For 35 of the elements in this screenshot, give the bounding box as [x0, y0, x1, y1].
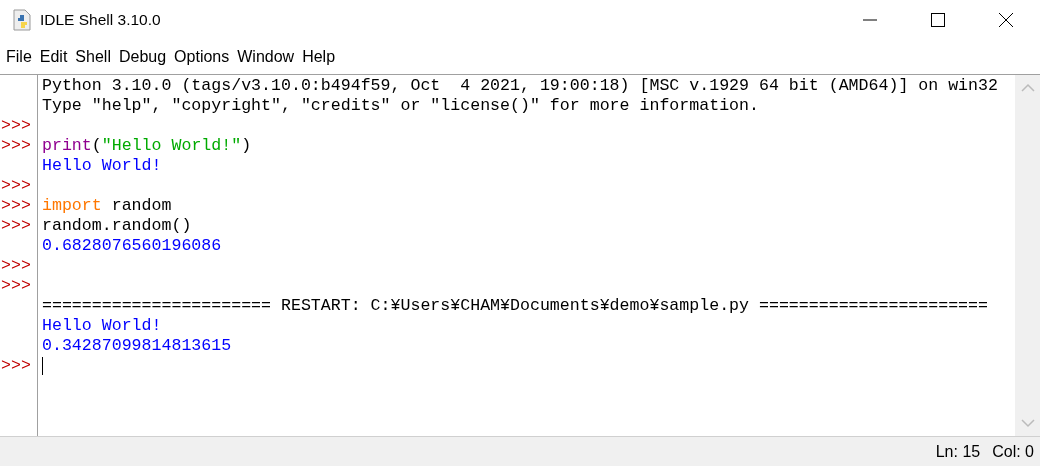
minimize-icon — [862, 19, 878, 21]
menu-item[interactable]: Window — [233, 48, 299, 66]
prompt: >>> — [0, 136, 31, 156]
menu-item[interactable]: Help — [298, 48, 340, 66]
code-line: import random — [42, 196, 172, 216]
code-line: ======================= RESTART: C:¥Users¥CHAM¥Documents¥demo¥sample.py ======================= — [42, 296, 988, 316]
prompt: >>> — [0, 276, 31, 296]
code-line: Python 3.10.0 (tags/v3.10.0:b494f59, Oct 4 2021, 19:00:18) [MSC v.1929 64 bit (AMD64)] on win32 — [42, 76, 998, 96]
code-line: 0.6828076560196086 — [42, 236, 222, 256]
prompt: >>> — [0, 216, 31, 236]
menu-item[interactable]: File — [2, 48, 36, 66]
column-number: Col: 0 — [992, 442, 1034, 461]
maximize-icon — [930, 12, 946, 28]
code-line: Hello World! — [42, 156, 162, 176]
code-line: Hello World! — [42, 316, 162, 336]
scroll-down-icon[interactable] — [1020, 418, 1035, 428]
prompt: >>> — [0, 116, 31, 136]
menu-item[interactable]: Options — [170, 48, 234, 66]
line-number: Ln: 15 — [935, 442, 981, 461]
close-icon — [998, 12, 1014, 28]
menu-item[interactable]: Debug — [114, 48, 171, 66]
menu-item[interactable]: Edit — [35, 48, 72, 66]
menu-item[interactable]: Shell — [71, 48, 115, 66]
prompt: >>> — [0, 196, 31, 216]
scroll-up-icon[interactable] — [1020, 83, 1035, 93]
window-title: IDLE Shell 3.10.0 — [40, 11, 162, 29]
code-line: 0.34287099814813615 — [42, 336, 232, 356]
code-line: print("Hello World!") — [42, 136, 252, 156]
prompt: >>> — [0, 176, 31, 196]
prompt: >>> — [0, 356, 31, 376]
scrollbar[interactable] — [1015, 75, 1040, 436]
prompt: >>> — [0, 256, 31, 276]
code-line: Type "help", "copyright", "credits" or "license()" for more information. — [42, 96, 759, 116]
app-icon — [12, 9, 32, 31]
code-line: random.random() — [42, 216, 192, 236]
